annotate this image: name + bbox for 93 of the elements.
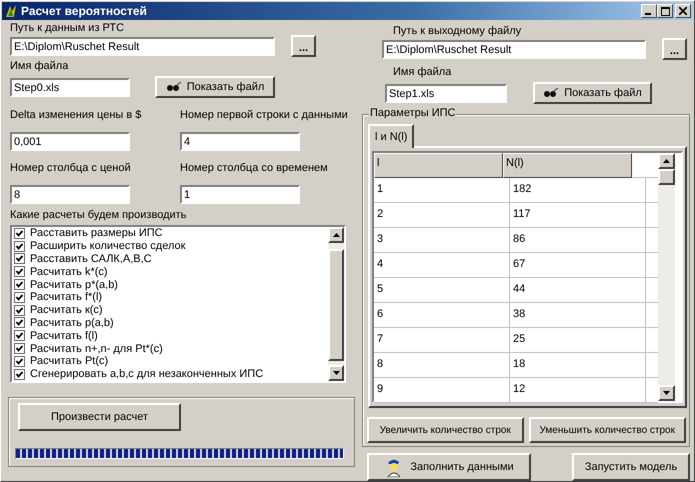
table-cell: 9 [374, 378, 510, 402]
path-field[interactable]: E:\Diplom\Ruschet Result [10, 36, 275, 56]
field-label: Имя файла [393, 65, 452, 79]
table-cell: 117 [510, 203, 646, 227]
browse-button[interactable]: ... [662, 38, 687, 60]
field-label: Путь к данным из РТС [10, 21, 126, 35]
field-label: Номер столбца со временем [180, 161, 329, 175]
checklist-item[interactable]: Расширить количество сделок [30, 240, 186, 252]
checklist-item[interactable]: Расчитать к(c) [30, 304, 103, 316]
show-file-button[interactable]: Показать файл [155, 76, 275, 98]
table-cell: 44 [510, 278, 646, 302]
checkbox[interactable] [14, 368, 25, 380]
list-label: Какие расчеты будем производить [10, 208, 188, 222]
file-name-field[interactable]: Step1.xls [385, 84, 507, 102]
down-arrow-icon [332, 371, 340, 375]
scroll-thumb[interactable] [328, 249, 344, 361]
column-header[interactable]: N(l) [503, 153, 632, 178]
field-label: Номер первой строки с данными [180, 108, 349, 122]
checkbox[interactable] [14, 279, 25, 290]
scroll-down-button[interactable] [328, 365, 344, 381]
table-cell: 1 [374, 178, 510, 202]
checkbox[interactable] [14, 330, 25, 342]
checkbox[interactable] [14, 240, 25, 252]
number-field[interactable]: 8 [10, 185, 130, 204]
up-arrow-icon [663, 159, 670, 163]
checkbox[interactable] [14, 304, 25, 316]
checklist-item[interactable]: Расчитать n+,n- для Pt*(c) [30, 342, 163, 355]
checklist-item[interactable]: Расчитать f*(l) [30, 291, 102, 304]
maximize-button[interactable] [657, 4, 673, 18]
table-cell: 5 [374, 278, 510, 302]
down-arrow-icon [663, 391, 670, 395]
number-field[interactable]: 0,001 [10, 132, 130, 151]
table-cell: 67 [510, 253, 646, 277]
checkbox[interactable] [14, 317, 25, 328]
table-cell: 4 [374, 253, 510, 277]
file-name-field[interactable]: Step0.xls [10, 78, 130, 96]
checklist-item[interactable]: Расчитать k*(c) [30, 266, 108, 278]
table-cell: 6 [374, 303, 510, 327]
table-cell: 8 [374, 353, 510, 377]
checklist-item[interactable]: Расчитать Pt(c) [30, 355, 108, 368]
checklist-item[interactable]: Расставить САЛК,A,B,C [30, 252, 152, 265]
rows-button[interactable]: Уменьшить количество строк [528, 417, 686, 443]
scrollbar[interactable] [328, 227, 344, 381]
binoculars-icon [166, 82, 182, 92]
checklist-item[interactable]: Расставить размеры ИПС [30, 227, 163, 240]
table-cell: 2 [374, 203, 510, 227]
browse-button[interactable]: ... [291, 35, 316, 57]
checklist-item[interactable]: Сгенерировать a,b,c для незаконченных ИПС [30, 368, 264, 380]
rows-button[interactable]: Увеличить количество строк [367, 417, 524, 443]
table-cell: 12 [510, 378, 646, 402]
field-label: Путь к выходному файлу [393, 24, 522, 38]
scroll-down-button[interactable] [658, 385, 675, 401]
field-label: Delta изменения цены в $ [10, 108, 142, 122]
maximize-icon [660, 6, 670, 16]
minimize-button[interactable] [641, 4, 657, 18]
checklist-item[interactable]: Расчитать p*(a,b) [30, 278, 118, 291]
calculate-button[interactable]: Произвести расчет [18, 403, 181, 431]
number-field[interactable]: 1 [180, 185, 300, 204]
binoculars-icon [543, 88, 560, 98]
table-cell: 25 [510, 328, 646, 352]
checkbox[interactable] [14, 228, 25, 239]
checkbox[interactable] [14, 343, 25, 354]
up-arrow-icon [332, 233, 340, 237]
close-button[interactable] [675, 4, 691, 18]
show-file-button[interactable]: Показать файл [533, 82, 652, 104]
checkbox[interactable] [14, 292, 25, 303]
checkbox[interactable] [14, 356, 25, 367]
number-field[interactable]: 4 [180, 132, 300, 151]
checkbox[interactable] [14, 266, 25, 278]
app-icon [4, 4, 18, 18]
table-cell: 182 [510, 178, 646, 202]
table-cell: 86 [510, 228, 646, 252]
group-title: Параметры ИПС [369, 107, 456, 119]
window-title: Расчет вероятностей [21, 4, 148, 18]
scroll-up-button[interactable] [658, 153, 675, 169]
close-icon [679, 7, 687, 15]
path-field[interactable]: E:\Diplom\Ruschet Result [382, 40, 646, 58]
field-label: Номер столбца с ценой [10, 161, 132, 175]
field-label: Имя файла [10, 59, 70, 73]
table-cell: 38 [510, 303, 646, 327]
checklist-item[interactable]: Расчитать p(a,b) [30, 316, 114, 329]
table-cell: 18 [510, 353, 646, 377]
column-header[interactable]: l [374, 153, 503, 178]
checkbox[interactable] [14, 253, 25, 264]
tab[interactable]: l и N(l) [368, 124, 414, 148]
table-cell: 7 [374, 328, 510, 352]
scrollbar[interactable] [658, 153, 675, 401]
scroll-up-button[interactable] [328, 227, 344, 243]
action-button[interactable]: Запустить модель [572, 453, 690, 481]
checklist-item[interactable]: Расчитать f(l) [30, 330, 98, 342]
scroll-thumb[interactable] [658, 169, 675, 185]
table-cell: 3 [374, 228, 510, 252]
action-button[interactable]: Заполнить данными [367, 453, 531, 481]
